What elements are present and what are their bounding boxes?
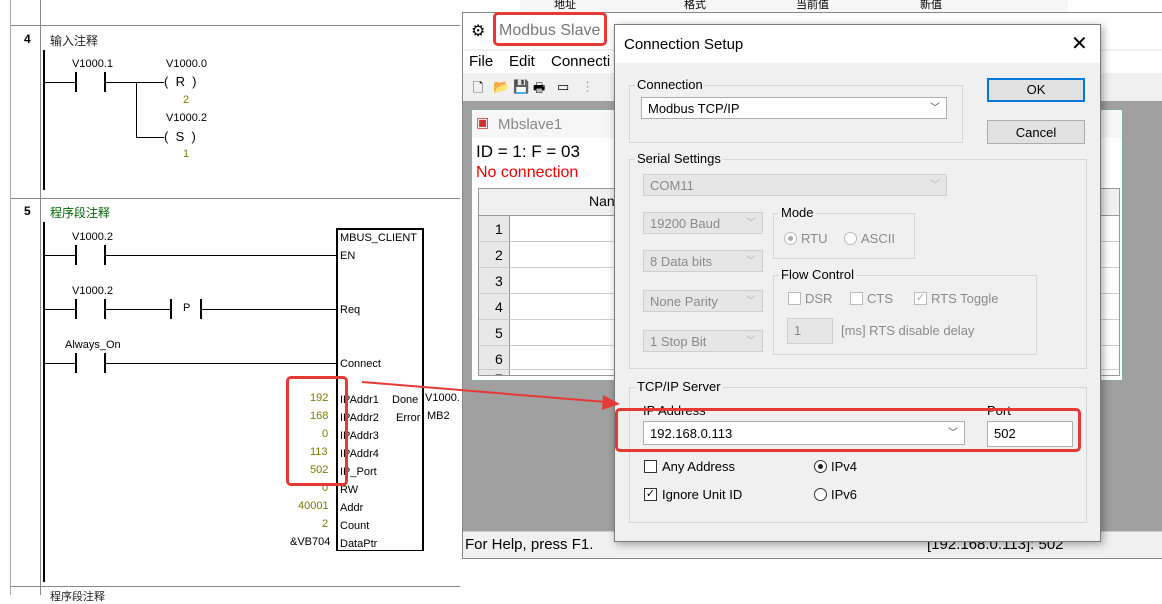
annotation-arrow xyxy=(361,381,620,410)
